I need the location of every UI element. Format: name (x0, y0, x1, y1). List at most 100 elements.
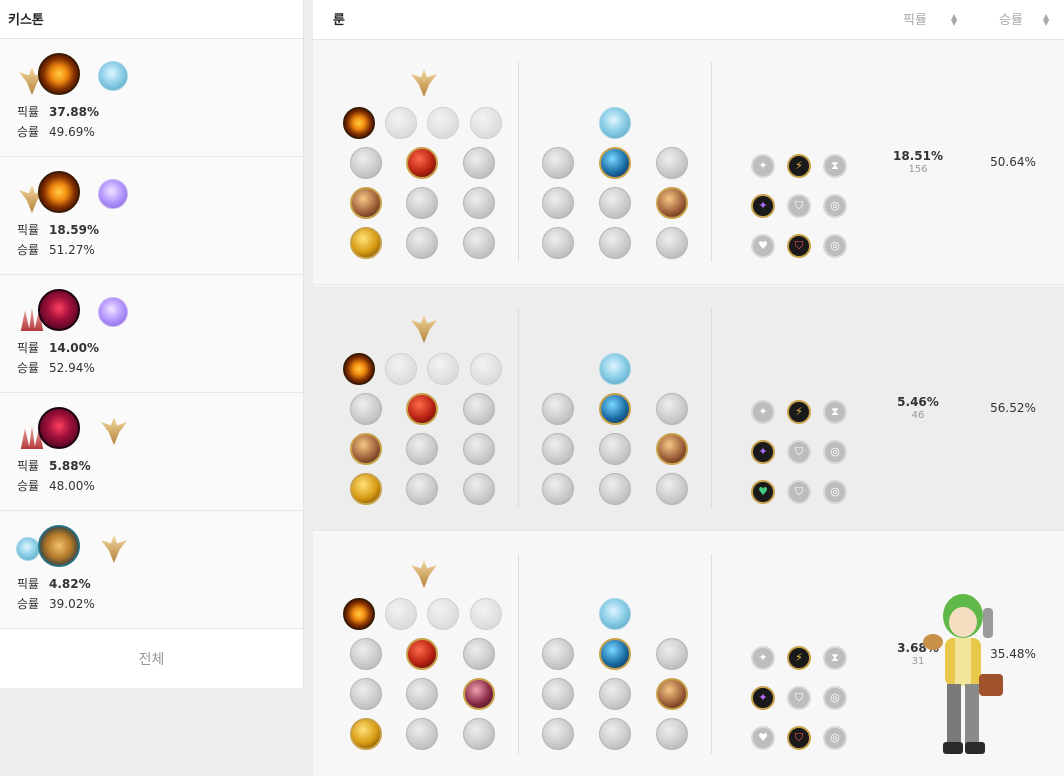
keystone-panel-title: 키스톤 (0, 0, 303, 39)
magic-resist-shard-icon: ◎ (823, 194, 847, 218)
rune-icon (350, 187, 382, 219)
build-pick-rate: 18.51% (893, 149, 943, 163)
rune-icon (463, 147, 495, 179)
rune-icon (656, 187, 688, 219)
win-label: 승률 (17, 597, 40, 611)
pick-label: 픽률 (17, 223, 40, 237)
rune-icon (656, 678, 688, 710)
rune-icon (406, 187, 438, 219)
rune-icon (599, 147, 631, 179)
pick-rate: 14.00% (49, 341, 99, 355)
magic-resist-shard-icon: ◎ (823, 686, 847, 710)
rune-icon (599, 433, 631, 465)
keystone-item[interactable]: 픽률 18.59% 승률 51.27% (0, 157, 303, 275)
primary-tree-icon (408, 313, 440, 345)
tree-blue-icon (98, 61, 128, 91)
rune-icon (350, 678, 382, 710)
rune-icon (470, 353, 502, 385)
rune-icon (427, 598, 459, 630)
rune-icon (406, 638, 438, 670)
haste-shard-icon: ⧗ (823, 400, 847, 424)
rune-icon (463, 187, 495, 219)
rune-icon (463, 678, 495, 710)
rune-icon (599, 393, 631, 425)
rune-icon (463, 227, 495, 259)
win-label: 승률 (17, 125, 40, 139)
rune-column-header: 룬 (333, 13, 345, 28)
win-label: 승률 (17, 361, 40, 375)
build-game-count: 156 (908, 164, 928, 175)
rune-icon (406, 433, 438, 465)
rune-icon (656, 473, 688, 505)
secondary-tree-icon (599, 598, 631, 630)
rune-icon (350, 433, 382, 465)
rune-build-row[interactable]: ✦ ⚡ ⧗ ✦ ⛉ ◎ ♥ ⛉ ◎ 5.46% 46 56.52% (313, 286, 1064, 531)
pick-rate: 4.82% (49, 577, 91, 591)
win-rate: 49.69% (49, 125, 95, 139)
rune-icon (656, 393, 688, 425)
rune-icon (542, 227, 574, 259)
keystone-rune-icon (343, 107, 375, 139)
secondary-tree-icon (599, 107, 631, 139)
keystone-item[interactable]: 픽률 4.82% 승률 39.02% (0, 511, 303, 629)
adaptive-shard-icon: ✦ (751, 154, 775, 178)
show-all-button[interactable]: 전체 (0, 629, 303, 688)
rune-icon (599, 718, 631, 750)
keystone-dark-icon (38, 407, 80, 449)
rune-icon (599, 638, 631, 670)
tree-red-icon (16, 301, 44, 331)
keystone-dark-icon (38, 289, 80, 331)
rune-icon (656, 147, 688, 179)
rune-icon (385, 353, 417, 385)
win-label: 승률 (17, 243, 40, 257)
rune-icon (599, 678, 631, 710)
armor-shard-icon: ⛉ (787, 480, 811, 504)
rune-icon (542, 147, 574, 179)
win-rate: 39.02% (49, 597, 95, 611)
magic-resist-shard-icon: ◎ (823, 726, 847, 750)
pick-label: 픽률 (17, 105, 40, 119)
sort-arrows-icon[interactable]: ▲ ▼ (1043, 13, 1049, 27)
win-rate: 52.94% (49, 361, 95, 375)
rune-icon (542, 433, 574, 465)
rune-icon (350, 393, 382, 425)
build-pick-rate: 5.46% (897, 395, 939, 409)
win-label: 승률 (17, 479, 40, 493)
sort-arrows-icon[interactable]: ▲ ▼ (951, 13, 957, 27)
pick-rate: 37.88% (49, 105, 99, 119)
tree-blue-icon (16, 537, 40, 561)
pick-label: 픽률 (17, 577, 40, 591)
pick-rate-sort-header[interactable]: 픽률 (903, 9, 927, 28)
rune-icon (542, 473, 574, 505)
adaptive-shard-icon: ✦ (751, 194, 775, 218)
keystone-item[interactable]: 픽률 14.00% 승률 52.94% (0, 275, 303, 393)
rune-icon (385, 598, 417, 630)
rune-build-row[interactable]: ✦ ⚡ ⧗ ✦ ⛉ ◎ ♥ ⛉ ◎ 18.51% 156 50.64% (313, 40, 1064, 285)
win-rate: 51.27% (49, 243, 95, 257)
rune-icon (656, 227, 688, 259)
armor-shard-icon: ⛉ (787, 234, 811, 258)
pick-label: 픽률 (17, 341, 40, 355)
rune-icon (656, 433, 688, 465)
adaptive-shard-icon: ✦ (751, 646, 775, 670)
secondary-tree-icon (599, 353, 631, 385)
tree-purple-icon (98, 179, 128, 209)
tree-red-icon (16, 419, 44, 449)
primary-tree-icon (408, 67, 440, 99)
rune-icon (656, 718, 688, 750)
keystone-sun-icon (38, 53, 80, 95)
rune-icon (406, 678, 438, 710)
health-shard-icon: ♥ (751, 726, 775, 750)
rune-icon (463, 718, 495, 750)
win-rate-sort-header[interactable]: 승률 (999, 9, 1023, 28)
health-shard-icon: ♥ (751, 234, 775, 258)
rune-icon (463, 433, 495, 465)
rune-icon (470, 598, 502, 630)
keystone-item[interactable]: 픽률 37.88% 승률 49.69% (0, 39, 303, 157)
keystone-item[interactable]: 픽률 5.88% 승률 48.00% (0, 393, 303, 511)
rune-icon (427, 107, 459, 139)
tree-gold-icon (98, 415, 128, 445)
rune-icon (406, 473, 438, 505)
haste-shard-icon: ⧗ (823, 646, 847, 670)
rune-icon (385, 107, 417, 139)
